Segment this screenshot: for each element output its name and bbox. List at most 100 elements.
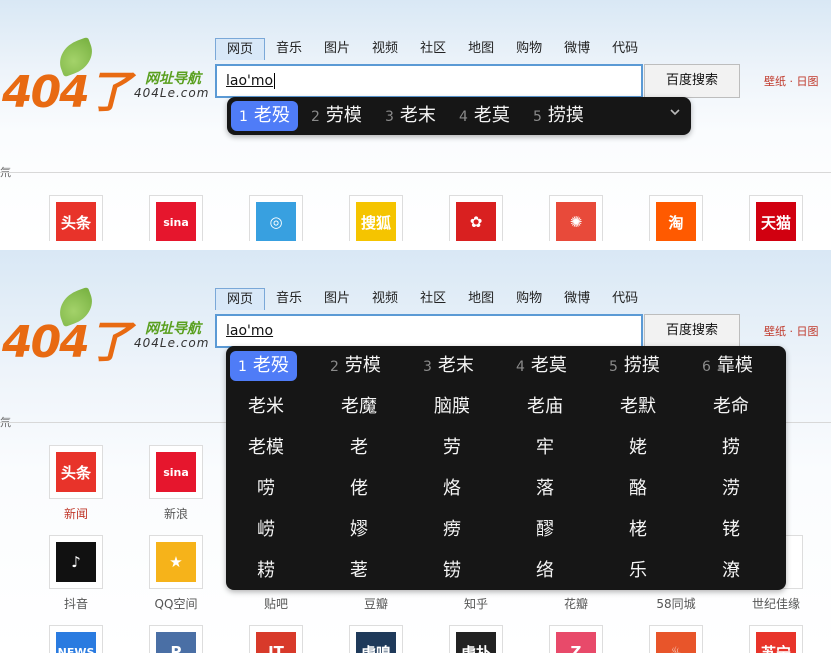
- ime-candidate-3[interactable]: 3 老末: [423, 351, 474, 381]
- site-link[interactable]: ♪ 抖音: [48, 535, 104, 612]
- ime-grid-candidate[interactable]: 乐: [608, 556, 668, 582]
- tab-video[interactable]: 视频: [361, 38, 409, 60]
- ime-grid-candidate[interactable]: 劳: [422, 433, 482, 459]
- site-label: QQ空间: [154, 597, 198, 611]
- ime-grid-candidate[interactable]: 潦: [701, 556, 761, 582]
- tab-shopping[interactable]: 购物: [505, 38, 553, 60]
- site-link[interactable]: 苏宁: [748, 625, 804, 653]
- site-link[interactable]: ✺: [548, 195, 604, 241]
- search-input[interactable]: lao'mo: [215, 64, 643, 98]
- ime-grid-candidate[interactable]: 络: [515, 556, 575, 582]
- site-link[interactable]: ✿: [448, 195, 504, 241]
- tab-code[interactable]: 代码: [601, 288, 649, 310]
- logo-name: 网址导航: [145, 71, 201, 87]
- baidu-search-button[interactable]: 百度搜索: [644, 314, 740, 348]
- site-icon-box: ★: [149, 535, 203, 589]
- ime-candidate-4[interactable]: 4 老莫: [516, 351, 567, 381]
- ime-grid-candidate[interactable]: 嫪: [329, 515, 389, 541]
- site-link[interactable]: 头条 新闻: [48, 445, 104, 522]
- tab-community[interactable]: 社区: [409, 288, 457, 310]
- site-link[interactable]: ★ QQ空间: [148, 535, 204, 612]
- ime-candidate-2[interactable]: 2 劳模: [330, 351, 381, 381]
- ime-candidate-2[interactable]: 2 劳模: [311, 101, 362, 131]
- site-logo[interactable]: 404了 网址导航 404Le.com: [0, 36, 215, 118]
- ime-grid-candidate[interactable]: 铑: [701, 515, 761, 541]
- tab-shopping[interactable]: 购物: [505, 288, 553, 310]
- ime-grid-candidate[interactable]: 耢: [236, 556, 296, 582]
- tab-community[interactable]: 社区: [409, 38, 457, 60]
- site-link[interactable]: ♨: [648, 625, 704, 653]
- site-logo[interactable]: 404了 网址导航 404Le.com: [0, 286, 215, 368]
- tab-web[interactable]: 网页: [215, 38, 266, 60]
- tab-code[interactable]: 代码: [601, 38, 649, 60]
- site-link[interactable]: 虎嗅: [348, 625, 404, 653]
- site-label: 新浪: [163, 507, 188, 521]
- ime-grid-candidate[interactable]: 老庙: [515, 392, 575, 418]
- ime-grid-candidate[interactable]: 铹: [422, 556, 482, 582]
- site-link[interactable]: 搜狐: [348, 195, 404, 241]
- chevron-down-icon[interactable]: [669, 106, 681, 118]
- ime-grid-candidate[interactable]: 佬: [329, 474, 389, 500]
- site-link[interactable]: Z: [548, 625, 604, 653]
- ime-grid-candidate[interactable]: 涝: [701, 474, 761, 500]
- ime-grid-candidate[interactable]: 栳: [608, 515, 668, 541]
- tab-music[interactable]: 音乐: [265, 38, 313, 60]
- ime-grid-candidate[interactable]: 老命: [701, 392, 761, 418]
- site-link[interactable]: 头条: [48, 195, 104, 241]
- ime-grid-candidate[interactable]: 牢: [515, 433, 575, 459]
- wallpaper-link[interactable]: 壁纸 · 日图: [764, 323, 819, 339]
- tab-web[interactable]: 网页: [215, 288, 266, 310]
- ime-candidate-1[interactable]: 1 老殁: [231, 101, 298, 131]
- ime-grid-candidate[interactable]: 荖: [329, 556, 389, 582]
- ime-grid-candidate[interactable]: 姥: [608, 433, 668, 459]
- site-icon-1: P: [156, 632, 196, 653]
- site-label: 抖音: [63, 597, 88, 611]
- wallpaper-link[interactable]: 壁纸 · 日图: [764, 73, 819, 89]
- ime-grid-candidate[interactable]: 崂: [236, 515, 296, 541]
- baidu-search-button[interactable]: 百度搜索: [644, 64, 740, 98]
- ime-grid-candidate[interactable]: 脑膜: [422, 392, 482, 418]
- tab-weibo[interactable]: 微博: [553, 288, 601, 310]
- site-link[interactable]: 淘: [648, 195, 704, 241]
- site-link[interactable]: sina: [148, 195, 204, 241]
- site-link[interactable]: sina 新浪: [148, 445, 204, 522]
- ime-grid-candidate[interactable]: 捞: [701, 433, 761, 459]
- tab-images[interactable]: 图片: [313, 38, 361, 60]
- ime-candidate-5[interactable]: 5 捞摸: [609, 351, 660, 381]
- ime-grid-candidate[interactable]: 酪: [608, 474, 668, 500]
- site-link[interactable]: P: [148, 625, 204, 653]
- site-link[interactable]: IT: [248, 625, 304, 653]
- ime-grid-candidate[interactable]: 唠: [236, 474, 296, 500]
- ime-grid-candidate[interactable]: 老模: [236, 433, 296, 459]
- ime-grid-candidate[interactable]: 落: [515, 474, 575, 500]
- site-icon-box: NEWS: [49, 625, 103, 653]
- search-input-text: lao'mo: [226, 73, 274, 89]
- tab-images[interactable]: 图片: [313, 288, 361, 310]
- ime-grid-candidate[interactable]: 醪: [515, 515, 575, 541]
- ime-grid-candidate[interactable]: 老: [329, 433, 389, 459]
- ime-candidate-6[interactable]: 6 靠模: [702, 351, 753, 381]
- ime-grid-candidate[interactable]: 老魔: [329, 392, 389, 418]
- ime-candidate-1[interactable]: 1 老殁: [230, 351, 297, 381]
- site-link[interactable]: ◎: [248, 195, 304, 241]
- search-input[interactable]: lao'mo: [215, 314, 643, 348]
- ime-grid-candidate[interactable]: 老米: [236, 392, 296, 418]
- tab-map[interactable]: 地图: [457, 288, 505, 310]
- site-label: 贴吧: [263, 597, 288, 611]
- tab-music[interactable]: 音乐: [265, 288, 313, 310]
- ime-candidate-5[interactable]: 5 捞摸: [533, 101, 584, 131]
- ime-grid-candidate[interactable]: 痨: [422, 515, 482, 541]
- site-link[interactable]: 虎扑: [448, 625, 504, 653]
- ime-grid-candidate[interactable]: 烙: [422, 474, 482, 500]
- tab-map[interactable]: 地图: [457, 38, 505, 60]
- site-link[interactable]: 天猫: [748, 195, 804, 241]
- tab-weibo[interactable]: 微博: [553, 38, 601, 60]
- site-icon-4: ✿: [456, 202, 496, 241]
- ime-candidate-4[interactable]: 4 老莫: [459, 101, 510, 131]
- ime-grid-candidate[interactable]: 老默: [608, 392, 668, 418]
- text-caret: [274, 73, 276, 89]
- ime-candidate-3[interactable]: 3 老末: [385, 101, 436, 131]
- tab-video[interactable]: 视频: [361, 288, 409, 310]
- top-screenshot-panel: 404了 网址导航 404Le.com 网页 音乐 图片 视频 社区 地图 购物…: [0, 0, 831, 241]
- site-link[interactable]: NEWS: [48, 625, 104, 653]
